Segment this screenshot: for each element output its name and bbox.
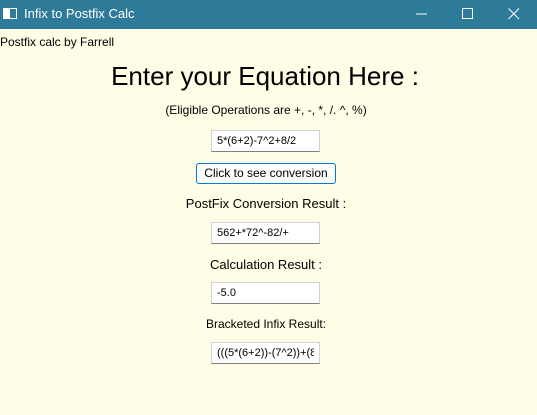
maximize-button[interactable] (445, 0, 491, 29)
bracketed-infix-field[interactable] (211, 342, 320, 364)
calculation-result-field[interactable] (211, 282, 320, 304)
maximize-icon (462, 8, 473, 19)
page-heading: Enter your Equation Here : (111, 61, 419, 91)
window-title: Infix to Postfix Calc (24, 6, 135, 21)
app-window-icon (3, 8, 17, 19)
close-icon (508, 8, 520, 20)
postfix-result-label: PostFix Conversion Result : (185, 196, 347, 211)
title-bar[interactable]: Infix to Postfix Calc (0, 0, 537, 29)
postfix-result-field[interactable] (211, 222, 320, 244)
minimize-icon (416, 13, 427, 15)
equation-input[interactable] (211, 130, 320, 152)
minimize-button[interactable] (399, 0, 445, 29)
bracketed-infix-label: Bracketed Infix Result: (205, 317, 327, 331)
convert-button[interactable]: Click to see conversion (196, 163, 336, 184)
calculation-result-label: Calculation Result : (210, 257, 322, 272)
credit-label: Postfix calc by Farrell (0, 35, 115, 49)
close-button[interactable] (491, 0, 537, 29)
app-window: Infix to Postfix Calc Postfix calc by Fa… (0, 0, 537, 415)
eligible-operations-label: (Eligible Operations are +, -, *, /. ^, … (165, 103, 367, 117)
